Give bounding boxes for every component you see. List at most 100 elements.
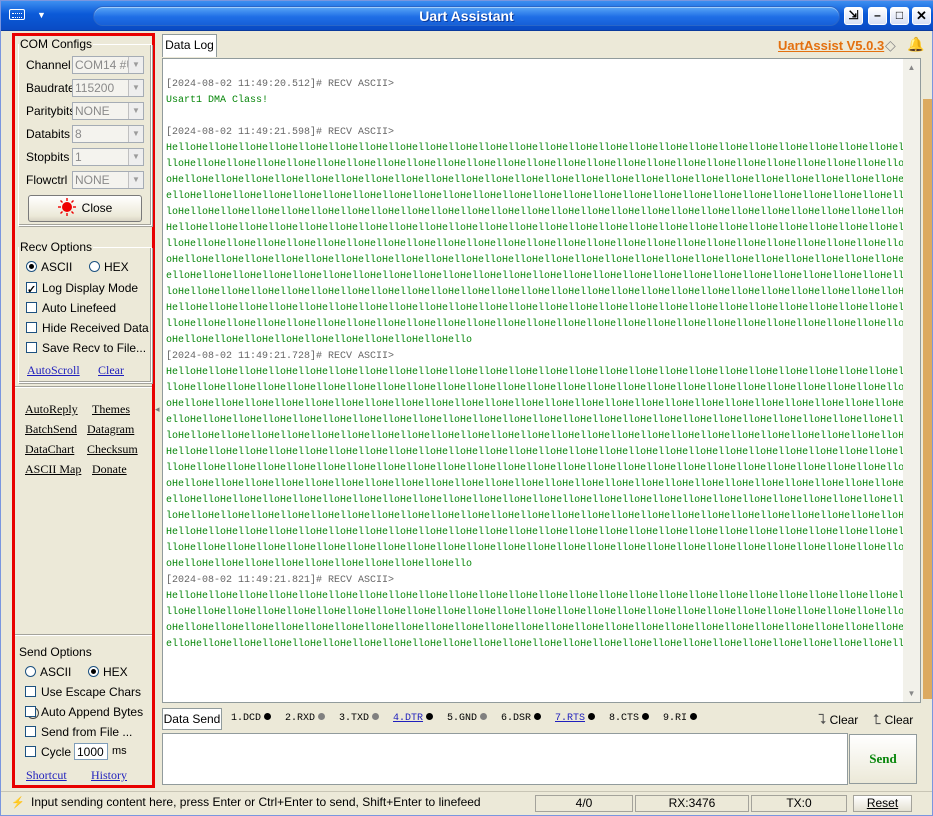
log-line: HelloHelloHelloHelloHelloHelloHelloHello…	[166, 591, 920, 602]
hide-received-checkbox[interactable]: Hide Received Data	[26, 318, 149, 338]
log-header-line: [2024-08-02 11:49:21.598]# RECV ASCII>	[166, 127, 395, 138]
clear-receive-button[interactable]: ⮧ Clear	[818, 711, 858, 728]
pin-5-gnd: 5.GND	[447, 712, 488, 726]
maximize-icon[interactable]: □	[890, 7, 909, 25]
channel-select[interactable]: COM14 #U ▼	[72, 56, 144, 74]
pin-4-dtr[interactable]: 4.DTR	[393, 712, 434, 726]
datagram-link[interactable]: Datagram	[87, 422, 134, 437]
com-configs-title: COM Configs	[19, 37, 94, 51]
history-link[interactable]: History	[91, 768, 127, 783]
right-edge-strip	[923, 99, 932, 699]
log-line: elloHelloHelloHelloHelloHelloHelloHelloH…	[166, 495, 920, 506]
datachart-link[interactable]: DataChart	[25, 442, 74, 457]
paritybits-value: NONE	[75, 104, 110, 118]
donate-link[interactable]: Donate	[92, 462, 127, 477]
pin-status-dot	[534, 713, 542, 720]
stopbits-value: 1	[75, 150, 82, 164]
baudrate-select[interactable]: 115200 ▼	[72, 79, 144, 97]
chevron-down-icon: ▼	[128, 126, 143, 142]
pin-label: 4.DTR	[393, 713, 424, 724]
send-input[interactable]	[162, 733, 848, 785]
status-rx: RX:3476	[635, 795, 749, 812]
use-escape-checkbox[interactable]: Use Escape Charsi	[25, 682, 152, 719]
autoscroll-link[interactable]: AutoScroll	[27, 363, 80, 378]
keyboard-icon	[9, 9, 25, 20]
diamond-icon[interactable]: ◇	[885, 37, 896, 54]
close-port-button[interactable]: Close	[28, 195, 142, 222]
com-configs-group: COM Configs Channel COM14 #U ▼ Baudrate 1…	[18, 37, 152, 226]
log-line: elloHelloHelloHelloHelloHelloHelloHelloH…	[166, 415, 920, 426]
system-menu[interactable]: ▼	[5, 6, 46, 24]
ascii-map-link[interactable]: ASCII Map	[25, 462, 81, 477]
flowctrl-select[interactable]: NONE ▼	[72, 171, 144, 189]
clear-send-button[interactable]: ⮤ Clear	[873, 711, 913, 728]
log-scrollbar[interactable]: ▲ ▼	[903, 59, 920, 702]
baudrate-label: Baudrate	[26, 81, 75, 95]
send-hex-radio[interactable]: HEX	[88, 662, 128, 682]
checkbox-icon	[26, 322, 37, 333]
stopbits-select[interactable]: 1 ▼	[72, 148, 144, 166]
send-hex-label: HEX	[103, 665, 128, 679]
log-line: HelloHelloHelloHelloHelloHelloHelloHello…	[166, 527, 920, 538]
uart-assistant-window: ▼ Uart Assistant ⇲ – □ ✕ COM Configs Cha…	[0, 0, 933, 816]
auto-linefeed-label: Auto Linefeed	[42, 301, 117, 315]
auto-append-checkbox[interactable]: Auto Append Bytes	[25, 702, 143, 722]
log-display-mode-label: Log Display Mode	[42, 281, 139, 295]
use-escape-label: Use Escape Chars	[41, 685, 142, 699]
send-from-file-label: Send from File ...	[41, 725, 133, 739]
recv-hex-radio[interactable]: HEX	[89, 257, 129, 277]
clear-send-label: Clear	[884, 713, 914, 727]
themes-link[interactable]: Themes	[92, 402, 130, 417]
checksum-link[interactable]: Checksum	[87, 442, 138, 457]
send-button[interactable]: Send	[849, 734, 917, 784]
log-line: oHelloHelloHelloHelloHelloHelloHelloHell…	[166, 399, 920, 410]
save-recv-label: Save Recv to File...	[42, 341, 147, 355]
tab-data-log[interactable]: Data Log	[162, 34, 217, 57]
autoreply-link[interactable]: AutoReply	[25, 402, 78, 417]
send-ascii-radio[interactable]: ASCII	[25, 662, 71, 682]
status-tx: TX:0	[751, 795, 847, 812]
baudrate-value: 115200	[75, 81, 115, 95]
reset-button[interactable]: Reset	[853, 795, 912, 812]
chevron-down-icon: ▼	[128, 80, 143, 96]
pin-label: 3.TXD	[339, 713, 370, 724]
channel-value: COM14 #U	[75, 58, 136, 72]
shortcut-link[interactable]: Shortcut	[26, 768, 67, 783]
stopbits-label: Stopbits	[26, 150, 70, 164]
cycle-checkbox[interactable]: Cycle	[25, 742, 71, 762]
channel-label: Channel	[26, 58, 71, 72]
paritybits-select[interactable]: NONE ▼	[72, 102, 144, 120]
log-header-line: [2024-08-02 11:49:20.512]# RECV ASCII>	[166, 79, 395, 90]
minimize-icon[interactable]: –	[868, 7, 887, 25]
clear-recv-link[interactable]: Clear	[98, 363, 124, 378]
close-icon[interactable]: ✕	[912, 7, 931, 25]
pin-7-rts[interactable]: 7.RTS	[555, 712, 596, 726]
send-from-file-checkbox[interactable]: Send from File ...	[25, 722, 132, 742]
cycle-unit-label: ms	[112, 745, 127, 757]
checkbox-icon	[25, 706, 36, 717]
cycle-interval-input[interactable]	[74, 743, 108, 760]
scroll-down-icon[interactable]: ▼	[903, 685, 920, 702]
radio-selected-icon	[88, 666, 99, 677]
pin-status-dot	[264, 713, 272, 720]
recv-ascii-radio[interactable]: ASCII	[26, 257, 72, 277]
scroll-up-icon[interactable]: ▲	[903, 59, 920, 76]
auto-linefeed-checkbox[interactable]: Auto Linefeed	[26, 298, 116, 318]
databits-select[interactable]: 8 ▼	[72, 125, 144, 143]
receive-log[interactable]: [2024-08-02 11:49:20.512]# RECV ASCII> Us…	[162, 58, 921, 703]
save-recv-checkbox[interactable]: Save Recv to File...	[26, 338, 146, 358]
send-options-title: Send Options	[18, 645, 93, 659]
log-line: loHelloHelloHelloHelloHelloHelloHelloHel…	[166, 431, 920, 442]
chevron-down-icon: ▼	[37, 10, 46, 20]
cycle-label: Cycle	[41, 745, 72, 759]
bell-icon[interactable]: 🔔	[907, 36, 924, 53]
log-line: HelloHelloHelloHelloHelloHelloHelloHello…	[166, 303, 920, 314]
tab-data-send[interactable]: Data Send	[162, 708, 222, 730]
pin-icon[interactable]: ⇲	[844, 7, 863, 25]
recv-hex-label: HEX	[104, 260, 129, 274]
brand-link[interactable]: UartAssist V5.0.3	[778, 38, 884, 53]
log-display-mode-checkbox[interactable]: Log Display Mode	[26, 278, 139, 300]
collapse-panel-icon[interactable]: ◂	[155, 404, 160, 415]
batchsend-link[interactable]: BatchSend	[25, 422, 77, 437]
